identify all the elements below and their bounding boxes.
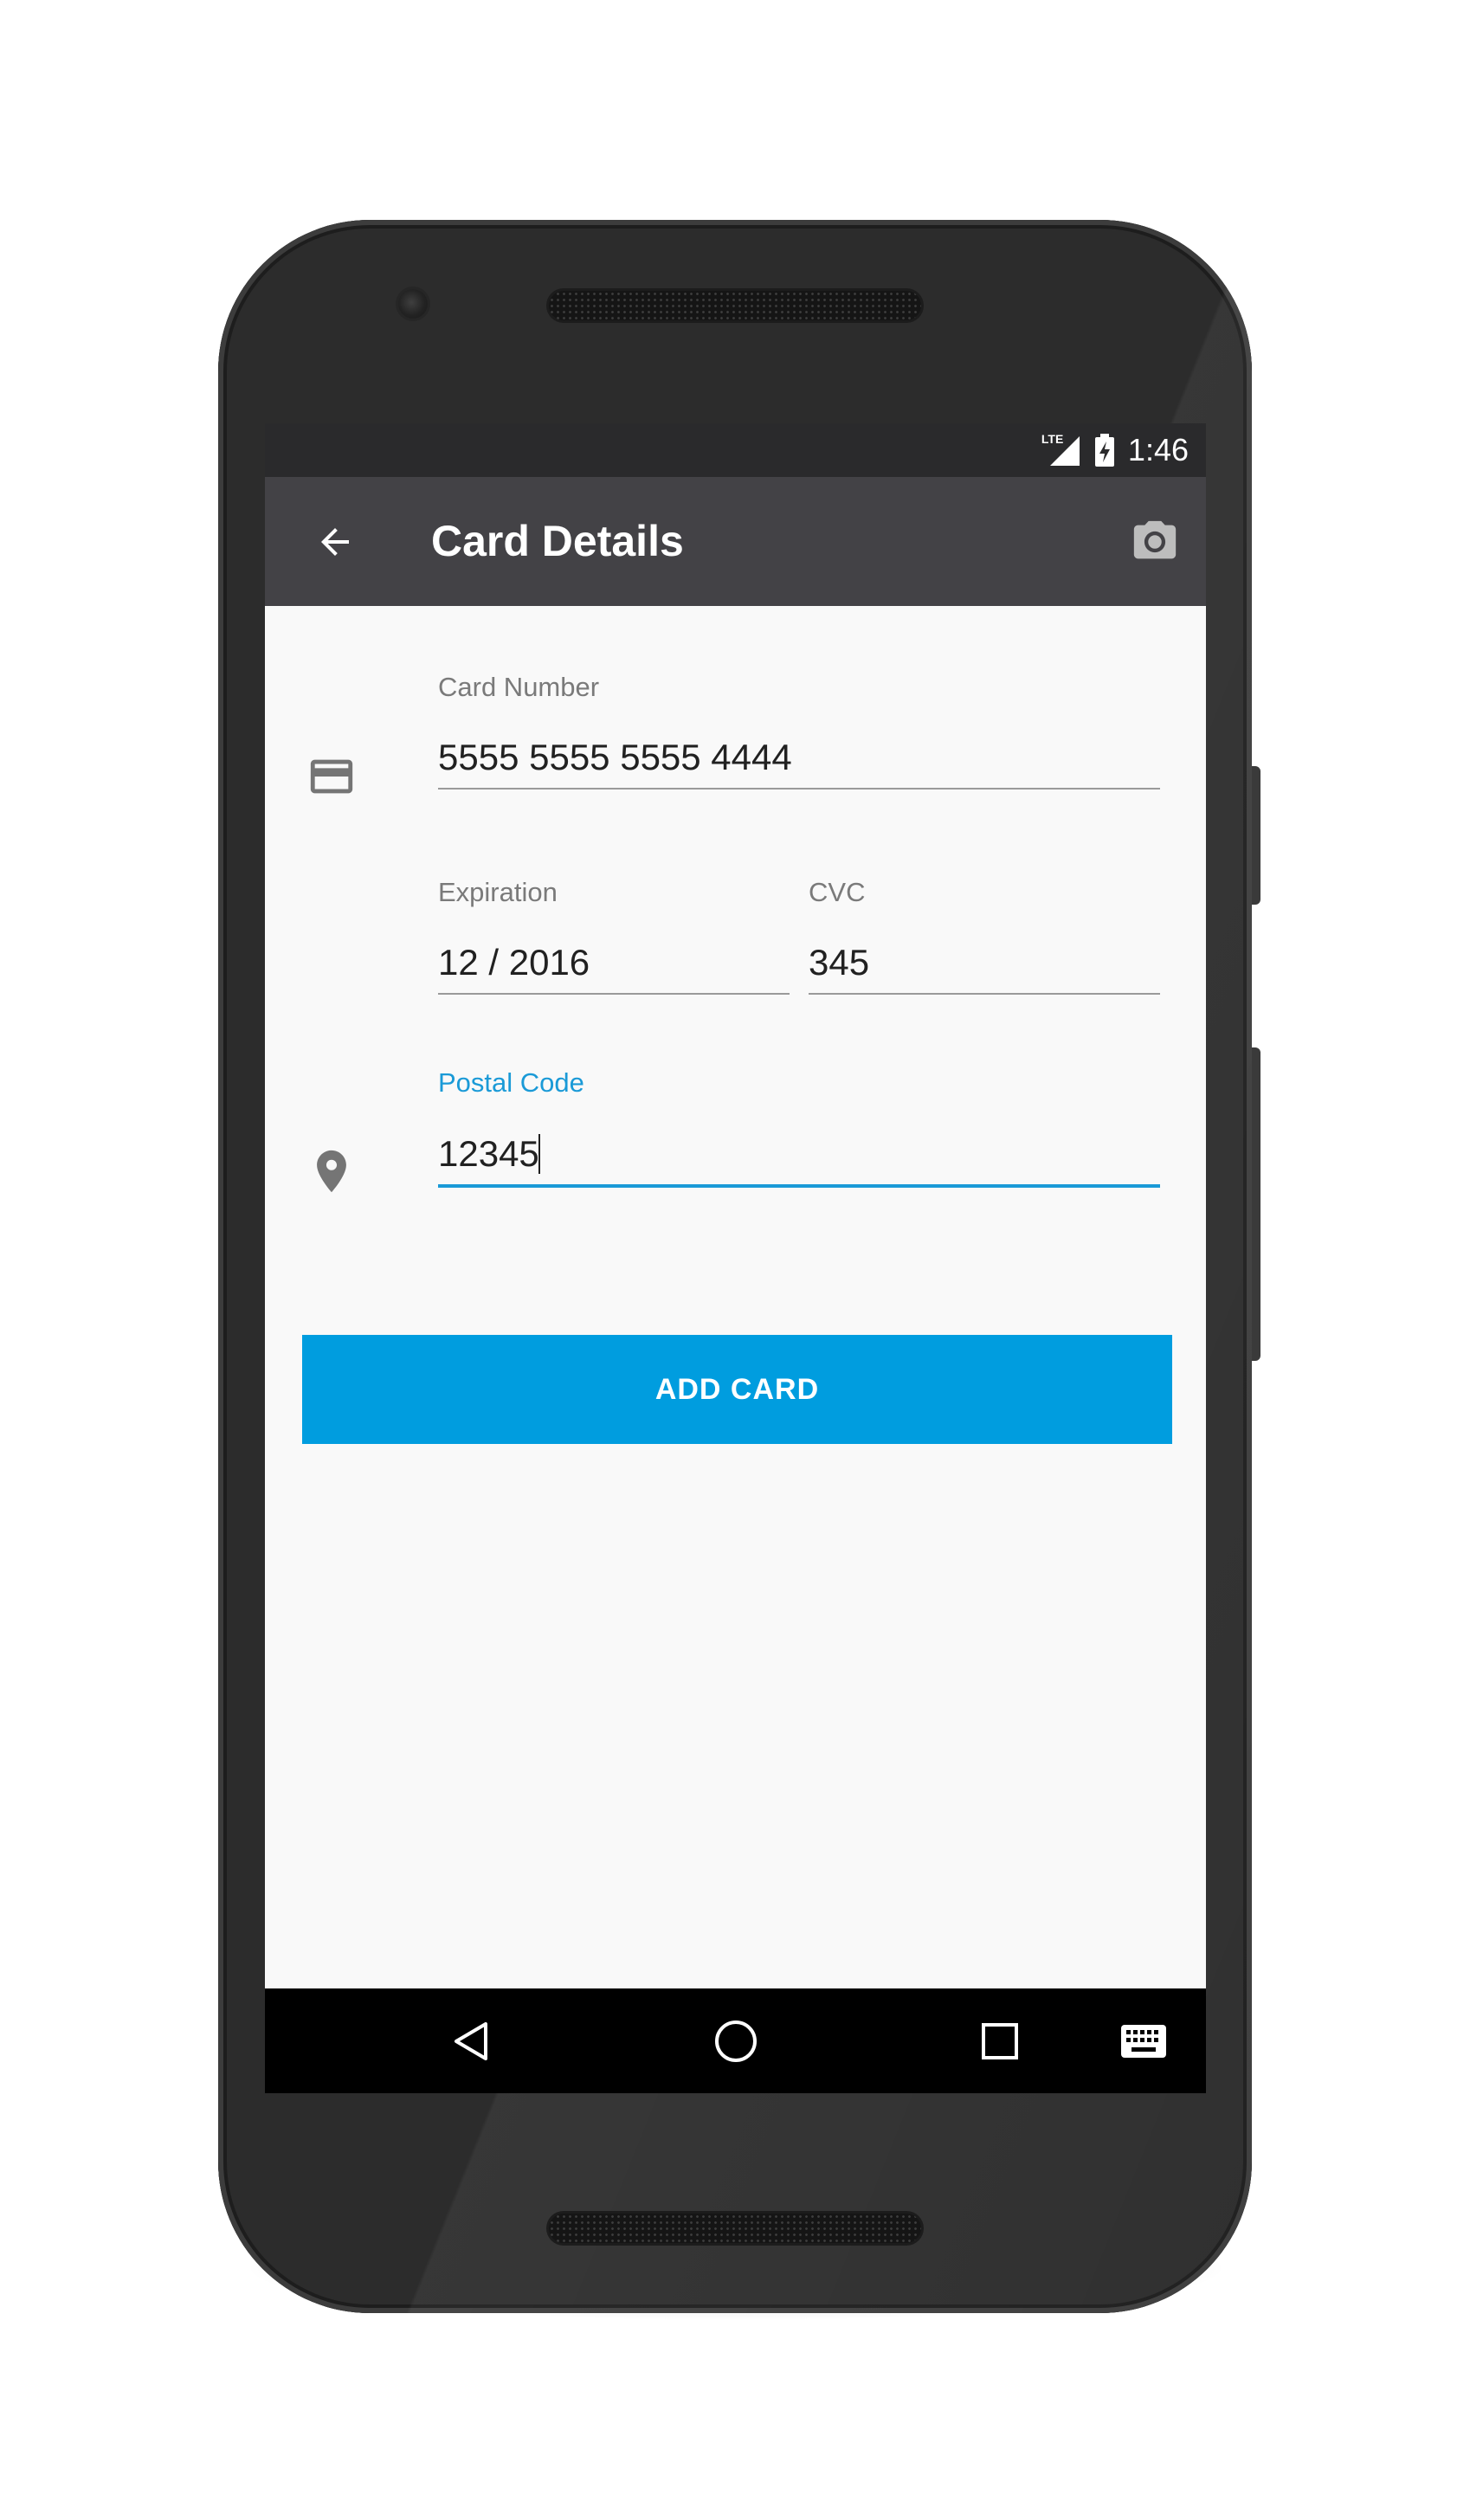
recents-square-icon (982, 2022, 1018, 2059)
lte-signal-icon: LTE (1041, 433, 1081, 467)
app-bar: Card Details (265, 477, 1206, 606)
cvc-input[interactable] (809, 932, 1160, 995)
front-camera (398, 289, 428, 319)
back-triangle-icon (455, 2021, 487, 2060)
navigation-bar (265, 1988, 1206, 2093)
camera-icon (1133, 520, 1177, 559)
card-number-label: Card Number (438, 672, 600, 702)
status-bar: LTE 1:46 (265, 423, 1206, 477)
back-button[interactable] (300, 506, 371, 577)
home-circle-icon (715, 2020, 757, 2062)
card-form: Card Number Expiration CVC Postal Code A… (265, 606, 1206, 1988)
status-time: 1:46 (1127, 432, 1189, 467)
nav-keyboard-button[interactable] (1096, 1988, 1191, 2093)
expiration-label: Expiration (438, 877, 558, 907)
credit-card-icon (310, 759, 353, 794)
page-title: Card Details (431, 517, 684, 565)
top-speaker-grille (549, 291, 921, 320)
add-card-button[interactable]: ADD CARD (302, 1335, 1172, 1444)
status-icons: LTE 1:46 (1041, 423, 1189, 477)
arrow-back-icon (321, 528, 349, 556)
card-number-input[interactable] (438, 727, 1160, 790)
postal-code-label: Postal Code (438, 1067, 584, 1098)
keyboard-icon (1121, 2024, 1166, 2058)
location-pin-icon (317, 1150, 346, 1193)
bottom-speaker-grille (549, 2214, 921, 2243)
postal-code-input[interactable] (438, 1124, 1160, 1188)
cvc-label: CVC (809, 877, 866, 907)
nav-back-button[interactable] (424, 1988, 519, 2093)
nav-home-button[interactable] (688, 1988, 783, 2093)
text-caret (538, 1134, 540, 1174)
expiration-input[interactable] (438, 932, 790, 995)
phone-screen: LTE 1:46 Card Details Card Number 5555 5… (265, 423, 1206, 2093)
scan-card-button[interactable] (1125, 512, 1185, 572)
battery-charging-icon (1093, 433, 1116, 467)
nav-recents-button[interactable] (952, 1988, 1048, 2093)
